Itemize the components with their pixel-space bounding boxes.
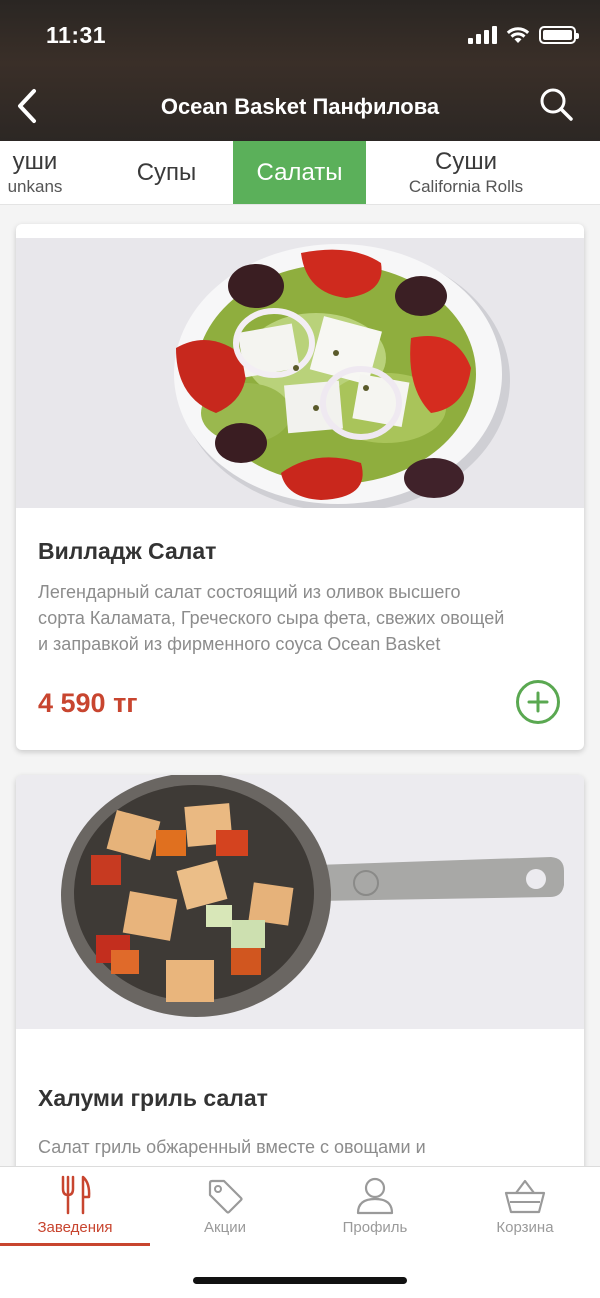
- category-tab-soups[interactable]: Супы: [100, 141, 233, 204]
- product-image: [16, 775, 584, 1029]
- tab-establishments[interactable]: Заведения: [0, 1167, 150, 1245]
- search-button[interactable]: [538, 86, 574, 122]
- tab-profile[interactable]: Профиль: [300, 1167, 450, 1245]
- category-tab-sushi-funkans[interactable]: уши unkans: [0, 141, 100, 204]
- salad-bowl-image: [16, 238, 584, 508]
- grill-pan-image: [16, 775, 584, 1029]
- tab-label: Заведения: [37, 1219, 113, 1236]
- product-name: Вилладж Салат: [38, 538, 217, 564]
- product-image: [16, 238, 584, 508]
- app-screen: 11:31 Ocean Basket Панфилова уши unkans …: [0, 0, 600, 1298]
- category-label: уши: [12, 148, 58, 175]
- tab-label: Корзина: [496, 1219, 554, 1236]
- category-sublabel: California Rolls: [408, 177, 524, 196]
- product-description: Легендарный салат состоящий из оливок вы…: [38, 582, 505, 654]
- home-indicator: [193, 1277, 407, 1284]
- category-tabs: уши unkans Супы Салаты Суши California R…: [0, 141, 600, 205]
- add-to-cart-button[interactable]: [516, 680, 560, 724]
- category-sublabel: unkans: [7, 177, 63, 196]
- category-tab-sushi-california[interactable]: Суши California Rolls: [366, 141, 566, 204]
- signal-icon: [468, 26, 497, 44]
- cutlery-icon: [61, 1175, 91, 1215]
- header: 11:31 Ocean Basket Панфилова: [0, 0, 600, 141]
- profile-icon: [356, 1177, 394, 1215]
- tab-label: Профиль: [342, 1219, 408, 1236]
- product-card[interactable]: Вилладж Салат Легендарный салат состоящи…: [16, 224, 584, 750]
- search-icon: [540, 88, 573, 121]
- category-label: Салаты: [256, 159, 343, 186]
- wifi-icon: [506, 27, 530, 43]
- product-description: Салат гриль обжаренный вместе с овощами …: [38, 1137, 426, 1157]
- basket-icon: [504, 1179, 546, 1214]
- tab-label: Акции: [204, 1219, 246, 1236]
- active-tab-indicator: [0, 1243, 150, 1246]
- plus-icon: [527, 691, 549, 713]
- product-name: Халуми гриль салат: [38, 1085, 268, 1111]
- status-time: 11:31: [46, 22, 107, 48]
- category-tab-salads[interactable]: Салаты: [233, 141, 366, 204]
- tab-cart[interactable]: Корзина: [450, 1167, 600, 1245]
- product-card[interactable]: Халуми гриль салат Салат гриль обжаренны…: [16, 775, 584, 1195]
- page-title: Ocean Basket Панфилова: [160, 94, 440, 119]
- product-price: 4 590 тг: [38, 688, 138, 718]
- tag-icon: [208, 1179, 243, 1214]
- category-label: Супы: [136, 159, 197, 186]
- category-label: Суши: [435, 148, 497, 175]
- battery-icon: [539, 26, 579, 44]
- tab-promotions[interactable]: Акции: [150, 1167, 300, 1245]
- status-icons: [468, 26, 579, 44]
